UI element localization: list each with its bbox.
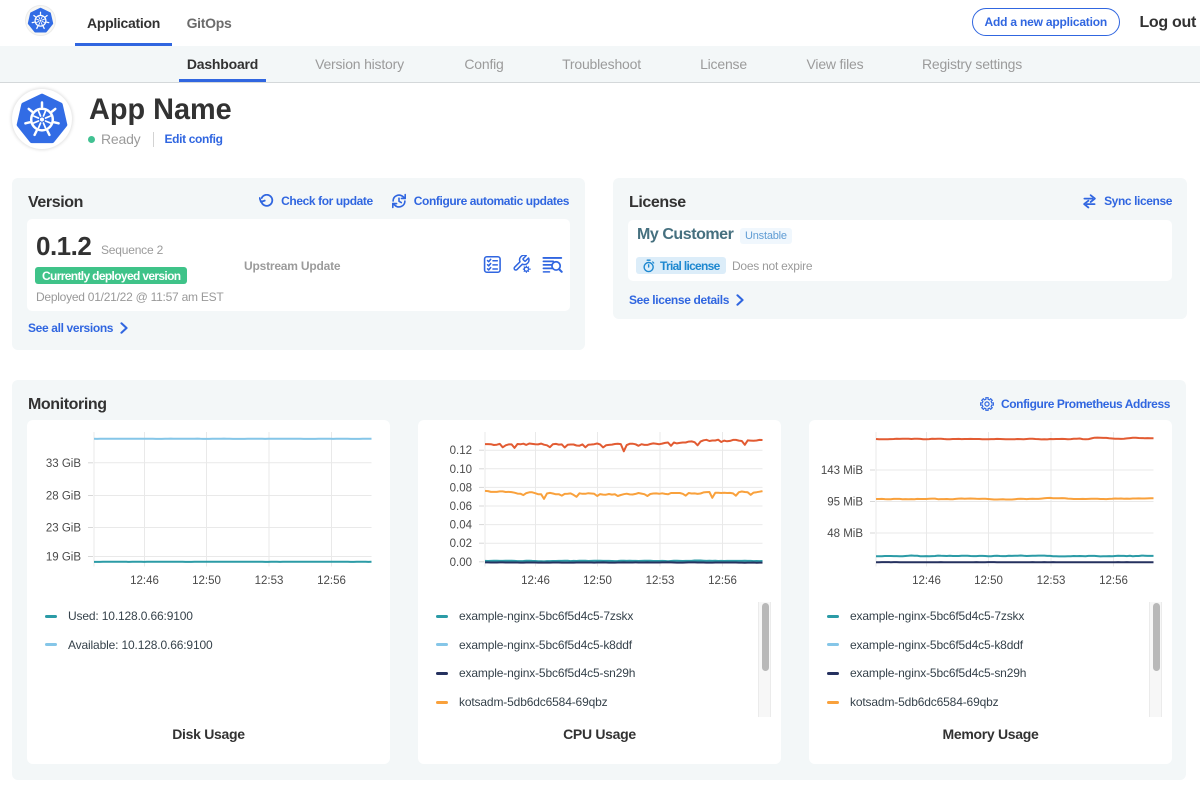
- svg-text:12:50: 12:50: [192, 575, 221, 587]
- svg-text:12:50: 12:50: [974, 575, 1003, 587]
- svg-text:12:46: 12:46: [521, 575, 550, 587]
- svg-text:12:46: 12:46: [130, 575, 159, 587]
- svg-text:12:50: 12:50: [583, 575, 612, 587]
- svg-text:19 GiB: 19 GiB: [46, 552, 81, 564]
- svg-text:12:46: 12:46: [912, 575, 941, 587]
- svg-text:12:53: 12:53: [255, 575, 284, 587]
- svg-text:0.12: 0.12: [450, 445, 472, 457]
- svg-text:23 GiB: 23 GiB: [46, 523, 81, 535]
- svg-text:0.08: 0.08: [450, 482, 472, 494]
- svg-text:33 GiB: 33 GiB: [46, 458, 81, 470]
- svg-text:143 MiB: 143 MiB: [821, 465, 864, 477]
- svg-text:0.06: 0.06: [450, 501, 472, 513]
- svg-text:0.04: 0.04: [450, 520, 473, 532]
- svg-text:12:56: 12:56: [708, 575, 737, 587]
- svg-text:28 GiB: 28 GiB: [46, 491, 81, 503]
- svg-text:12:56: 12:56: [317, 575, 346, 587]
- svg-text:95 MiB: 95 MiB: [827, 497, 863, 509]
- svg-text:48 MiB: 48 MiB: [827, 528, 863, 540]
- svg-text:0.02: 0.02: [450, 538, 472, 550]
- svg-text:12:56: 12:56: [1099, 575, 1128, 587]
- svg-text:12:53: 12:53: [646, 575, 675, 587]
- svg-text:0.10: 0.10: [450, 464, 472, 476]
- svg-text:12:53: 12:53: [1037, 575, 1066, 587]
- svg-text:0.00: 0.00: [450, 557, 472, 569]
